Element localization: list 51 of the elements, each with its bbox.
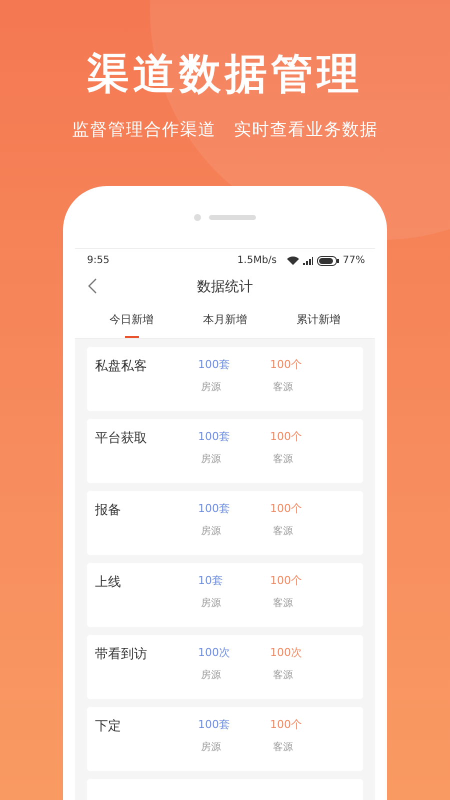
stat-value: 10套 (198, 573, 224, 588)
stat-value: 100次 (270, 645, 303, 660)
stat-label: 客源 (272, 740, 294, 754)
stat-label: 房源 (200, 740, 222, 754)
card-title: 私盘私客 (95, 358, 148, 376)
stat-card[interactable]: 报备 100套 房源 100个 客源 (87, 491, 363, 555)
stat-label: 客源 (272, 668, 294, 682)
wifi-icon (286, 256, 299, 265)
stat-label: 房源 (200, 596, 222, 610)
stat-value: 100个 (270, 357, 303, 372)
stat-label: 房源 (200, 452, 222, 466)
network-speed: 1.5Mb/s (237, 255, 277, 266)
stat-label: 房源 (200, 668, 222, 682)
back-icon[interactable] (87, 278, 97, 294)
card-title: 平台获取 (95, 430, 148, 448)
tab[interactable]: 今日新增 (110, 304, 154, 338)
stat-value: 100个 (270, 429, 303, 444)
stat-label: 客源 (272, 524, 294, 538)
card-title: 带看到访 (95, 646, 148, 664)
stat-value: 100套 (198, 357, 231, 372)
stat-value: 100次 (198, 645, 231, 660)
stat-label: 客源 (272, 596, 294, 610)
card-title: 上线 (95, 574, 122, 592)
stat-value: 100个 (270, 501, 303, 516)
card-title: 下定 (95, 718, 122, 736)
tab[interactable]: 本月新增 (202, 304, 247, 338)
subtitle: 监督管理合作渠道 实时查看业务数据 (72, 119, 378, 142)
card-title: 报备 (95, 502, 122, 520)
stat-label: 房源 (200, 380, 222, 394)
camera-icon (194, 214, 201, 220)
status-time: 9:55 (87, 255, 110, 266)
headline: 渠道数据管理 (87, 48, 363, 100)
signal-icon (302, 256, 313, 264)
stat-label: 客源 (272, 380, 294, 394)
stat-card[interactable]: 私盘私客 100套 房源 100个 客源 (87, 347, 363, 411)
stat-card[interactable]: 上线 10套 房源 100个 客源 (87, 563, 363, 627)
stat-card[interactable]: 平台获取 100套 房源 100个 客源 (87, 419, 363, 483)
page-title: 数据统计 (197, 278, 253, 296)
speaker-icon (209, 214, 256, 220)
stat-value: 100套 (198, 501, 231, 516)
tab[interactable]: 累计新增 (296, 304, 340, 338)
stat-value: 100套 (198, 429, 231, 444)
stat-card[interactable]: 下定 100套 房源 100个 客源 (87, 707, 363, 771)
stat-card[interactable]: 带看到访 100次 房源 100次 客源 (87, 635, 363, 699)
battery-level: 77% (342, 255, 365, 266)
stat-value: 100个 (270, 573, 303, 588)
battery-icon (316, 256, 339, 266)
stat-label: 客源 (272, 452, 294, 466)
stat-value: 100套 (198, 717, 231, 732)
stat-label: 房源 (200, 524, 222, 538)
stat-value: 100个 (270, 717, 303, 732)
